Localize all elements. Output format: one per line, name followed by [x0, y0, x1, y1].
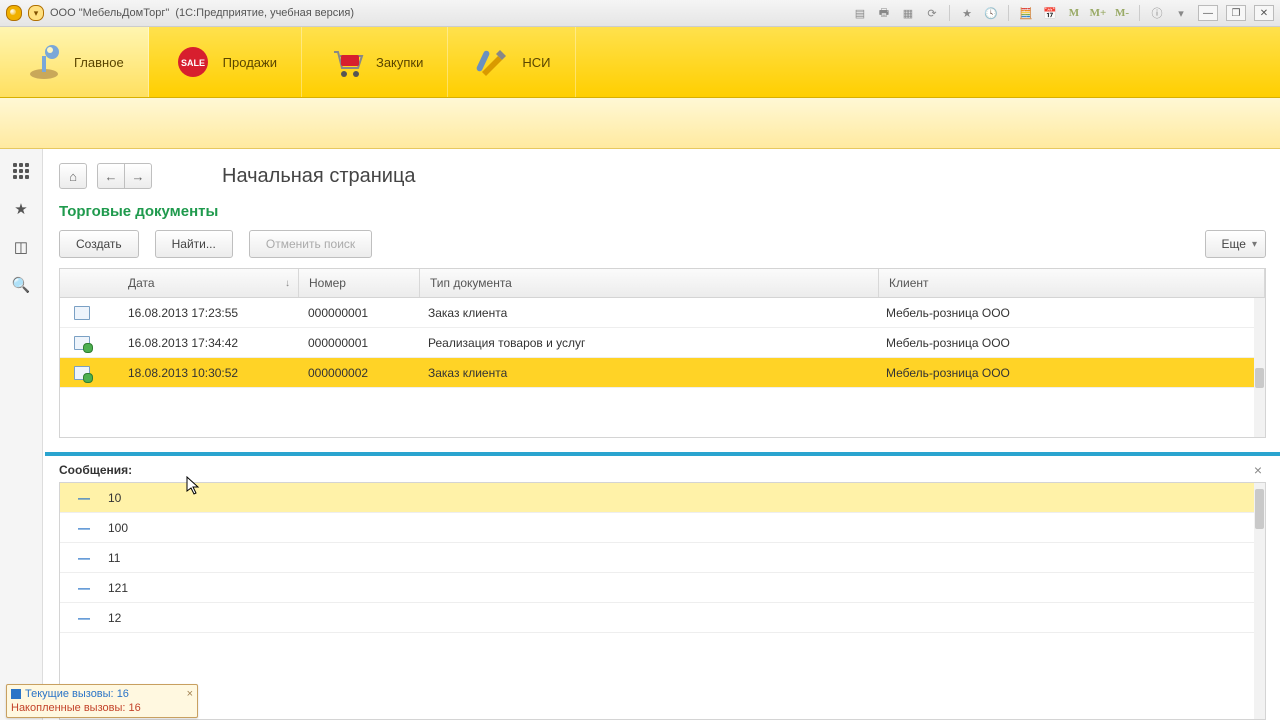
cancel-search-button[interactable]: Отменить поиск	[249, 230, 372, 258]
app-icon	[6, 5, 22, 21]
dash-icon: —	[78, 551, 90, 565]
status-close-icon[interactable]: ×	[187, 687, 193, 701]
nav-sales[interactable]: SALE Продажи	[149, 27, 302, 97]
message-text: 12	[108, 611, 121, 625]
nav-nsi[interactable]: НСИ	[448, 27, 575, 97]
nav-main-label: Главное	[74, 55, 124, 70]
svg-text:SALE: SALE	[181, 58, 205, 68]
col-date[interactable]: Дата	[118, 269, 299, 297]
nav-purchases[interactable]: Закупки	[302, 27, 448, 97]
messages-close-icon[interactable]: ×	[1250, 462, 1266, 478]
nav-sales-label: Продажи	[223, 55, 277, 70]
section-title: Торговые документы	[59, 203, 1266, 220]
memory-mminus[interactable]: M-	[1113, 4, 1131, 22]
tools-icon	[472, 42, 512, 82]
dash-icon: —	[78, 581, 90, 595]
clip-icon[interactable]: ◫	[11, 237, 31, 257]
cell-type: Заказ клиента	[418, 306, 876, 320]
main-nav: Главное SALE Продажи Закупки НСИ	[0, 27, 1280, 98]
app-menu-dropdown[interactable]: ▾	[28, 5, 44, 21]
message-text: 11	[108, 551, 120, 565]
window-title: ООО "МебельДомТорг" (1С:Предприятие, уче…	[50, 7, 845, 19]
favorite-icon[interactable]: ★	[958, 4, 976, 22]
close-button[interactable]: ✕	[1254, 5, 1274, 21]
cell-date: 16.08.2013 17:23:55	[118, 306, 298, 320]
nav-purchases-label: Закупки	[376, 55, 423, 70]
page-title: Начальная страница	[222, 165, 416, 188]
home-button[interactable]: ⌂	[59, 163, 87, 189]
info-icon[interactable]: ⓘ	[1148, 4, 1166, 22]
cell-type: Заказ клиента	[418, 366, 876, 380]
cell-type: Реализация товаров и услуг	[418, 336, 876, 350]
create-button[interactable]: Создать	[59, 230, 139, 258]
col-client[interactable]: Клиент	[879, 269, 1265, 297]
titlebar: ▾ ООО "МебельДомТорг" (1С:Предприятие, у…	[0, 0, 1280, 27]
message-row[interactable]: — 12	[60, 603, 1265, 633]
toolbar-print-icon[interactable]: 🖶	[875, 4, 893, 22]
memory-mplus[interactable]: M+	[1089, 4, 1107, 22]
doc-status-icon	[74, 336, 90, 350]
calendar-icon[interactable]: 📅	[1041, 4, 1059, 22]
apps-icon[interactable]	[11, 161, 31, 181]
info-dropdown-icon[interactable]: ▾	[1172, 4, 1190, 22]
find-button[interactable]: Найти...	[155, 230, 233, 258]
message-row[interactable]: — 100	[60, 513, 1265, 543]
messages-list: — 10 — 100 — 11 — 121 — 12	[59, 482, 1266, 720]
dash-icon: —	[78, 521, 90, 535]
back-button[interactable]: ←	[97, 163, 124, 189]
doc-status-icon	[74, 366, 90, 380]
cell-num: 000000001	[298, 306, 418, 320]
message-row[interactable]: — 11	[60, 543, 1265, 573]
cell-num: 000000002	[298, 366, 418, 380]
sub-nav	[0, 98, 1280, 149]
star-icon[interactable]: ★	[11, 199, 31, 219]
doc-status-icon	[74, 306, 90, 320]
cart-icon	[326, 42, 366, 82]
message-row[interactable]: — 10	[60, 483, 1265, 513]
dash-icon: —	[78, 611, 90, 625]
status-popup: × Текущие вызовы: 16 Накопленные вызовы:…	[6, 684, 198, 718]
col-num[interactable]: Номер	[299, 269, 420, 297]
splitter[interactable]	[45, 452, 1280, 456]
table-scrollbar[interactable]	[1254, 298, 1265, 437]
table-header: Дата Номер Тип документа Клиент	[60, 269, 1265, 298]
toolbar-doc-icon[interactable]: ▦	[899, 4, 917, 22]
dash-icon: —	[78, 491, 90, 505]
col-type[interactable]: Тип документа	[420, 269, 879, 297]
calc-icon[interactable]: 🧮	[1017, 4, 1035, 22]
sale-icon: SALE	[173, 42, 213, 82]
cell-date: 16.08.2013 17:34:42	[118, 336, 298, 350]
col-icon[interactable]	[60, 269, 118, 297]
message-text: 121	[108, 581, 128, 595]
lamp-icon	[24, 42, 64, 82]
messages-title: Сообщения:	[59, 463, 1250, 477]
toolbar-save-icon[interactable]: ▤	[851, 4, 869, 22]
message-text: 10	[108, 491, 121, 505]
documents-table: Дата Номер Тип документа Клиент 16.08.20…	[59, 268, 1266, 438]
message-text: 100	[108, 521, 128, 535]
toolbar-refresh-icon[interactable]: ⟳	[923, 4, 941, 22]
memory-m[interactable]: M	[1065, 4, 1083, 22]
nav-main[interactable]: Главное	[0, 27, 149, 97]
search-icon[interactable]: 🔍	[11, 275, 31, 295]
table-row[interactable]: 16.08.2013 17:34:42000000001Реализация т…	[60, 328, 1265, 358]
cell-num: 000000001	[298, 336, 418, 350]
more-button[interactable]: Еще	[1205, 230, 1266, 258]
cell-client: Мебель-розница ООО	[876, 306, 1265, 320]
cell-date: 18.08.2013 10:30:52	[118, 366, 298, 380]
message-row[interactable]: — 121	[60, 573, 1265, 603]
restore-button[interactable]: ❐	[1226, 5, 1246, 21]
history-icon[interactable]: 🕓	[982, 4, 1000, 22]
minimize-button[interactable]: —	[1198, 5, 1218, 21]
table-row[interactable]: 16.08.2013 17:23:55000000001Заказ клиент…	[60, 298, 1265, 328]
table-row[interactable]: 18.08.2013 10:30:52000000002Заказ клиент…	[60, 358, 1265, 388]
messages-scrollbar[interactable]	[1254, 483, 1265, 719]
cell-client: Мебель-розница ООО	[876, 336, 1265, 350]
nav-nsi-label: НСИ	[522, 55, 550, 70]
cell-client: Мебель-розница ООО	[876, 366, 1265, 380]
left-strip: ★ ◫ 🔍	[0, 149, 43, 720]
forward-button[interactable]: →	[124, 163, 152, 189]
